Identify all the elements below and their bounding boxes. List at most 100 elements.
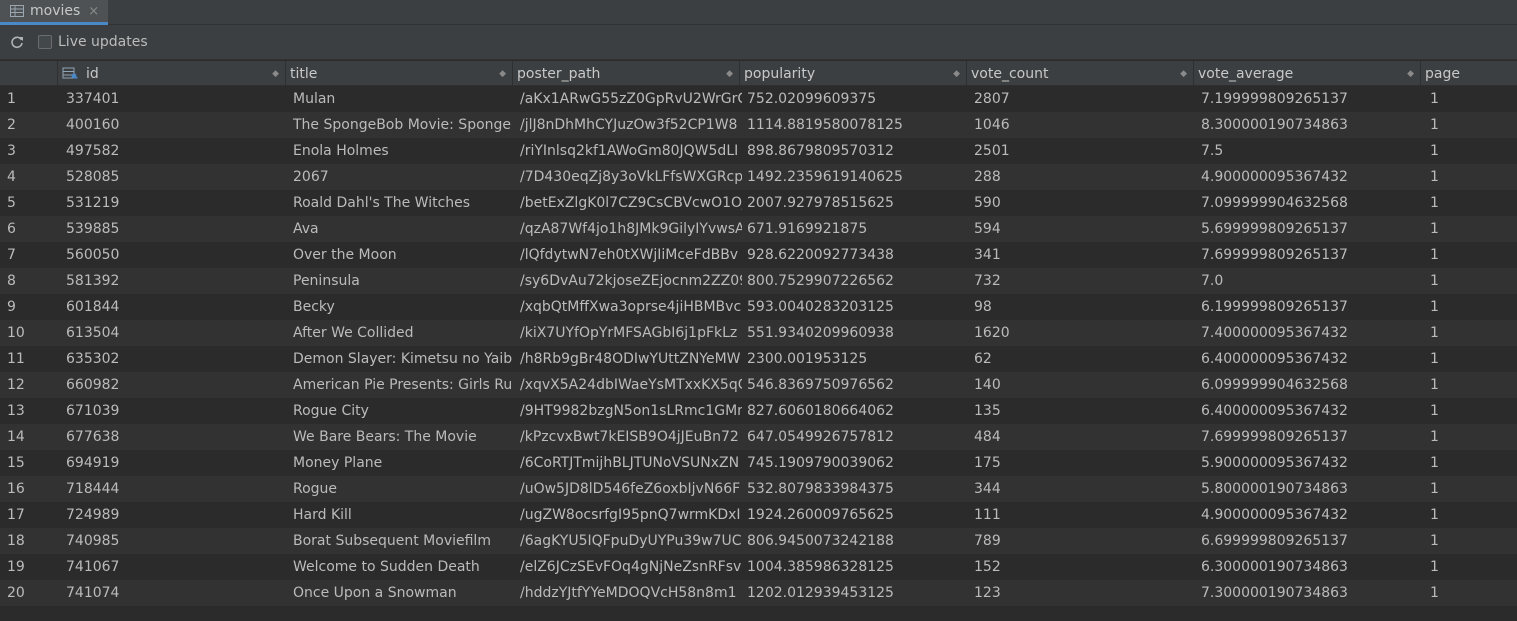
cell-title[interactable]: Enola Holmes [293, 138, 513, 164]
cell-vote-average[interactable]: 5.900000095367432 [1201, 450, 1421, 476]
cell-poster-path[interactable]: /ugZW8ocsrfgI95pnQ7wrmKDxI [520, 502, 742, 528]
cell-id[interactable]: 581392 [66, 268, 286, 294]
cell-vote-average[interactable]: 7.199999809265137 [1201, 86, 1421, 112]
table-row[interactable]: 11 635302 Demon Slayer: Kimetsu no Yaiba/h… [0, 346, 1517, 372]
cell-vote-count[interactable]: 789 [974, 528, 1194, 554]
table-row[interactable]: 2 400160 The SpongeBob Movie: Sponge o/jlJ… [0, 112, 1517, 138]
cell-popularity[interactable]: 752.02099609375 [747, 86, 967, 112]
cell-poster-path[interactable]: /sy6DvAu72kjoseZEjocnm2ZZ09 [520, 268, 742, 294]
cell-title[interactable]: We Bare Bears: The Movie [293, 424, 513, 450]
table-row[interactable]: 5 531219 Roald Dahl's The Witches/betExZlg… [0, 190, 1517, 216]
cell-vote-count[interactable]: 2501 [974, 138, 1194, 164]
cell-popularity[interactable]: 1492.2359619140625 [747, 164, 967, 190]
cell-page[interactable]: 1 [1430, 476, 1510, 502]
cell-id[interactable]: 671039 [66, 398, 286, 424]
cell-page[interactable]: 1 [1430, 242, 1510, 268]
close-icon[interactable]: × [88, 4, 99, 19]
table-row[interactable]: 19 741067 Welcome to Sudden Death/elZ6JCzS… [0, 554, 1517, 580]
cell-title[interactable]: Rogue [293, 476, 513, 502]
table-row[interactable]: 1 337401 Mulan/aKx1ARwG55zZ0GpRvU2WrGrC 752… [0, 86, 1517, 112]
cell-poster-path[interactable]: /elZ6JCzSEvFOq4gNjNeZsnRFsv [520, 554, 742, 580]
cell-popularity[interactable]: 800.7529907226562 [747, 268, 967, 294]
cell-vote-count[interactable]: 344 [974, 476, 1194, 502]
cell-id[interactable]: 635302 [66, 346, 286, 372]
cell-poster-path[interactable]: /6agKYU5IQFpuDyUYPu39w7UCI [520, 528, 742, 554]
cell-poster-path[interactable]: /xqbQtMffXwa3oprse4jiHBMBvc [520, 294, 742, 320]
cell-vote-average[interactable]: 6.400000095367432 [1201, 346, 1421, 372]
cell-vote-count[interactable]: 288 [974, 164, 1194, 190]
cell-vote-average[interactable]: 7.699999809265137 [1201, 424, 1421, 450]
cell-id[interactable]: 741067 [66, 554, 286, 580]
cell-vote-average[interactable]: 7.099999904632568 [1201, 190, 1421, 216]
cell-title[interactable]: Borat Subsequent Moviefilm [293, 528, 513, 554]
cell-page[interactable]: 1 [1430, 554, 1510, 580]
cell-vote-average[interactable]: 6.300000190734863 [1201, 554, 1421, 580]
cell-poster-path[interactable]: /aKx1ARwG55zZ0GpRvU2WrGrC [520, 86, 742, 112]
cell-page[interactable]: 1 [1430, 216, 1510, 242]
cell-vote-average[interactable]: 4.900000095367432 [1201, 502, 1421, 528]
cell-id[interactable]: 741074 [66, 580, 286, 606]
cell-vote-count[interactable]: 2807 [974, 86, 1194, 112]
cell-vote-count[interactable]: 135 [974, 398, 1194, 424]
cell-id[interactable]: 337401 [66, 86, 286, 112]
table-row[interactable]: 18 740985 Borat Subsequent Moviefilm/6agKY… [0, 528, 1517, 554]
table-row[interactable]: 14 677638 We Bare Bears: The Movie/kPzcvxB… [0, 424, 1517, 450]
table-row[interactable]: 16 718444 Rogue/uOw5JD8lD546feZ6oxbIjvN66F… [0, 476, 1517, 502]
cell-id[interactable]: 497582 [66, 138, 286, 164]
cell-page[interactable]: 1 [1430, 450, 1510, 476]
cell-id[interactable]: 531219 [66, 190, 286, 216]
cell-title[interactable]: American Pie Presents: Girls Rule [293, 372, 513, 398]
cell-id[interactable]: 601844 [66, 294, 286, 320]
table-row[interactable]: 3 497582 Enola Holmes/riYInlsq2kf1AWoGm80J… [0, 138, 1517, 164]
table-row[interactable]: 10 613504 After We Collided/kiX7UYfOpYrMFS… [0, 320, 1517, 346]
cell-page[interactable]: 1 [1430, 580, 1510, 606]
cell-id[interactable]: 718444 [66, 476, 286, 502]
cell-vote-average[interactable]: 6.699999809265137 [1201, 528, 1421, 554]
cell-title[interactable]: Over the Moon [293, 242, 513, 268]
cell-poster-path[interactable]: /betExZlgK0l7CZ9CsCBVcwO1Oj [520, 190, 742, 216]
cell-vote-average[interactable]: 7.5 [1201, 138, 1421, 164]
column-header-vote-average[interactable]: vote_average ◆ [1194, 61, 1421, 86]
column-header-id[interactable]: id ◆ [58, 61, 286, 86]
cell-title[interactable]: Mulan [293, 86, 513, 112]
cell-vote-count[interactable]: 590 [974, 190, 1194, 216]
table-row[interactable]: 7 560050 Over the Moon/lQfdytwN7eh0tXWjIiM… [0, 242, 1517, 268]
cell-popularity[interactable]: 928.6220092773438 [747, 242, 967, 268]
cell-page[interactable]: 1 [1430, 138, 1510, 164]
sort-icon[interactable]: ◆ [726, 69, 739, 79]
cell-poster-path[interactable]: /xqvX5A24dbIWaeYsMTxxKX5qC [520, 372, 742, 398]
cell-popularity[interactable]: 1202.012939453125 [747, 580, 967, 606]
cell-popularity[interactable]: 806.9450073242188 [747, 528, 967, 554]
cell-popularity[interactable]: 532.8079833984375 [747, 476, 967, 502]
cell-vote-count[interactable]: 140 [974, 372, 1194, 398]
cell-page[interactable]: 1 [1430, 398, 1510, 424]
cell-vote-average[interactable]: 7.0 [1201, 268, 1421, 294]
cell-id[interactable]: 528085 [66, 164, 286, 190]
cell-page[interactable]: 1 [1430, 346, 1510, 372]
cell-poster-path[interactable]: /riYInlsq2kf1AWoGm80JQW5dLI [520, 138, 742, 164]
cell-id[interactable]: 677638 [66, 424, 286, 450]
cell-poster-path[interactable]: /7D430eqZj8y3oVkLFfsWXGRcpE [520, 164, 742, 190]
column-header-title[interactable]: title ◆ [286, 61, 513, 86]
cell-popularity[interactable]: 2007.927978515625 [747, 190, 967, 216]
cell-vote-average[interactable]: 5.699999809265137 [1201, 216, 1421, 242]
cell-page[interactable]: 1 [1430, 320, 1510, 346]
cell-id[interactable]: 740985 [66, 528, 286, 554]
cell-id[interactable]: 560050 [66, 242, 286, 268]
cell-vote-count[interactable]: 98 [974, 294, 1194, 320]
cell-poster-path[interactable]: /uOw5JD8lD546feZ6oxbIjvN66F [520, 476, 742, 502]
cell-popularity[interactable]: 671.9169921875 [747, 216, 967, 242]
cell-id[interactable]: 400160 [66, 112, 286, 138]
table-row[interactable]: 9 601844 Becky/xqbQtMffXwa3oprse4jiHBMBvc 5… [0, 294, 1517, 320]
cell-id[interactable]: 694919 [66, 450, 286, 476]
cell-popularity[interactable]: 1004.385986328125 [747, 554, 967, 580]
cell-poster-path[interactable]: /6CoRTJTmijhBLJTUNoVSUNxZN [520, 450, 742, 476]
cell-title[interactable]: Ava [293, 216, 513, 242]
cell-vote-count[interactable]: 1620 [974, 320, 1194, 346]
cell-title[interactable]: Money Plane [293, 450, 513, 476]
cell-vote-count[interactable]: 152 [974, 554, 1194, 580]
cell-page[interactable]: 1 [1430, 528, 1510, 554]
cell-popularity[interactable]: 647.0549926757812 [747, 424, 967, 450]
cell-title[interactable]: Welcome to Sudden Death [293, 554, 513, 580]
cell-poster-path[interactable]: /kPzcvxBwt7kEISB9O4jJEuBn72 [520, 424, 742, 450]
